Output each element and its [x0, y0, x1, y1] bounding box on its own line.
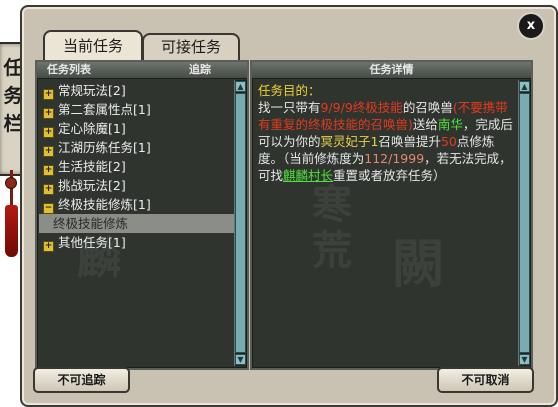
tassel-decoration	[5, 205, 18, 257]
tab-available-tasks[interactable]: 可接任务	[142, 33, 240, 60]
task-list: + 常规玩法[2] + 第二套属性点[1] + 定心除魔[1] + 江湖历练任务[1] …	[39, 81, 243, 252]
expand-icon[interactable]: +	[43, 89, 54, 100]
scroll-down-icon[interactable]: ▼	[235, 354, 246, 365]
progress-value: 112/1999	[364, 151, 425, 166]
expand-icon[interactable]: +	[43, 108, 54, 119]
pet-name: 冥灵妃子1	[320, 134, 379, 149]
track-column-label: 追踪	[189, 63, 211, 76]
text-segment: 的召唤兽	[402, 100, 453, 115]
list-item-label: 挑战玩法[2]	[58, 178, 126, 193]
list-item[interactable]: + 常规玩法[2]	[41, 81, 231, 100]
task-list-scrollbar[interactable]: ▲ ▼	[234, 80, 246, 366]
requirement-text: 9/9/9终极技能	[320, 100, 403, 115]
points-value: 50	[440, 134, 457, 149]
expand-icon[interactable]: +	[43, 184, 54, 195]
list-item[interactable]: + 第二套属性点[1]	[41, 100, 231, 119]
tassel-knot	[6, 178, 16, 188]
list-item-label: 定心除魔[1]	[58, 121, 126, 136]
text-segment: 送给	[412, 117, 438, 132]
scroll-up-icon[interactable]: ▲	[235, 81, 246, 92]
tab-current-tasks[interactable]: 当前任务	[43, 30, 143, 62]
list-item-label: 常规玩法[2]	[58, 83, 126, 98]
background-calligraphy: 寒荒	[312, 181, 352, 274]
list-item[interactable]: + 其他任务[1]	[41, 233, 231, 252]
npc-name: 南华	[437, 117, 463, 132]
text-segment: 重置或者放弃任务）	[333, 168, 446, 183]
task-list-title: 任务列表	[47, 63, 91, 76]
task-list-header: 任务列表 追踪	[37, 62, 247, 79]
expand-icon[interactable]: +	[43, 127, 54, 138]
list-item[interactable]: + 挑战玩法[2]	[41, 176, 231, 195]
list-item[interactable]: + 定心除魔[1]	[41, 119, 231, 138]
list-item-label: 其他任务[1]	[58, 235, 126, 250]
close-icon[interactable]: x	[517, 12, 545, 40]
tassel-cord	[10, 170, 13, 210]
expand-icon[interactable]: +	[43, 241, 54, 252]
list-item-label: 终极技能修炼	[53, 216, 129, 231]
task-detail-title: 任务详情	[369, 63, 414, 76]
uncancelable-button[interactable]: 不可取消	[437, 367, 534, 393]
text-segment: 找一只带有	[258, 100, 321, 115]
task-list-panel: 任务列表 追踪 麟 + 常规玩法[2] + 第二套属性点[1] + 定心除魔[1] +…	[35, 60, 249, 370]
list-item[interactable]: + 江湖历练任务[1]	[41, 138, 231, 157]
npc-link[interactable]: 麒麟村长	[283, 168, 333, 183]
untrackable-button[interactable]: 不可追踪	[33, 367, 130, 393]
expand-icon[interactable]: +	[43, 165, 54, 176]
list-item-label: 第二套属性点[1]	[58, 102, 151, 117]
list-item[interactable]: + 生活技能[2]	[41, 157, 231, 176]
background-calligraphy: 闕	[392, 234, 445, 295]
task-window: 任 务 栏 x 当前任务 可接任务 任务列表 追踪 麟 + 常规玩法[2] + 第二…	[0, 0, 558, 407]
collapse-icon[interactable]: −	[43, 203, 54, 214]
task-description: 任务目的： 找一只带有9/9/9终极技能的召唤兽(不要携带有重复的终极技能的召唤…	[258, 82, 518, 184]
list-item-label: 生活技能[2]	[58, 159, 126, 174]
scroll-thumb[interactable]	[519, 93, 530, 353]
task-detail-header: 任务详情	[252, 62, 531, 79]
list-item-selected[interactable]: 终极技能修炼	[39, 214, 243, 233]
task-body: 找一只带有9/9/9终极技能的召唤兽(不要携带有重复的终极技能的召唤兽)送给南华…	[258, 99, 518, 184]
list-item-label: 终极技能修炼[1]	[58, 197, 151, 212]
purpose-label: 任务目的：	[258, 83, 321, 98]
text-segment: 召唤兽提升	[378, 134, 441, 149]
list-item[interactable]: − 终极技能修炼[1]	[41, 195, 231, 214]
list-item-label: 江湖历练任务[1]	[58, 140, 151, 155]
scroll-thumb[interactable]	[235, 93, 246, 353]
task-detail-panel: 任务详情 寒荒 闕 任务目的： 找一只带有9/9/9终极技能的召唤兽(不要携带有…	[250, 60, 533, 370]
task-detail-scrollbar[interactable]: ▲ ▼	[518, 80, 530, 366]
scroll-up-icon[interactable]: ▲	[519, 81, 530, 92]
scroll-down-icon[interactable]: ▼	[519, 354, 530, 365]
expand-icon[interactable]: +	[43, 146, 54, 157]
